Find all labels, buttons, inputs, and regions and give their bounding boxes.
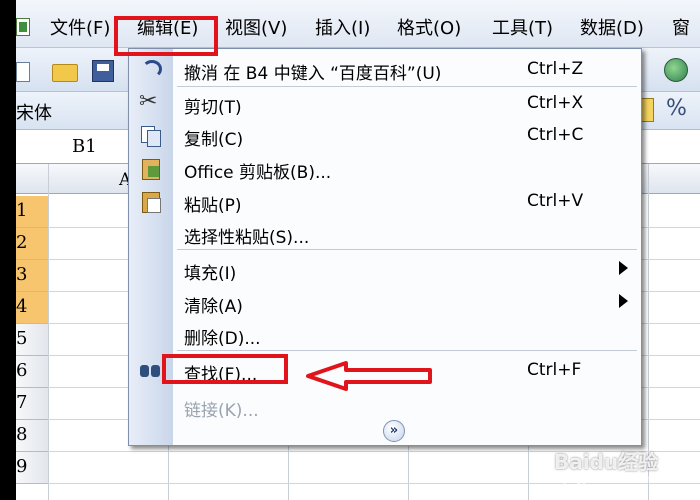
menu-item-clear[interactable]: 清除(A) (184, 292, 243, 317)
save-icon[interactable] (92, 60, 114, 82)
office-clipboard-icon (139, 157, 161, 180)
row-header-5[interactable]: 5 (16, 324, 48, 356)
menu-item-links: 链接(K)... (184, 401, 259, 421)
highlight-box-find (162, 354, 288, 384)
menu-item-office-clipboard[interactable]: Office 剪贴板(B)... (184, 158, 331, 183)
row-header-3[interactable]: 3 (16, 260, 48, 292)
menu-item-fill[interactable]: 填充(I) (184, 259, 236, 284)
submenu-arrow-icon (619, 294, 628, 308)
scissors-icon: ✂ (139, 89, 158, 114)
cell-reference: B1 (72, 136, 97, 157)
menu-item-cut[interactable]: 剪切(T) (184, 93, 242, 118)
undo-icon (139, 57, 162, 79)
copy-icon (139, 124, 161, 147)
shortcut-paste: Ctrl+V (527, 191, 584, 211)
menu-separator (177, 86, 637, 87)
row-header-2[interactable]: 2 (16, 228, 48, 260)
expand-menu-chevron-icon[interactable]: » (383, 420, 405, 442)
baidu-watermark-url: jingyan.baidu.com (564, 474, 657, 485)
menu-format[interactable]: 格式(O) (397, 14, 461, 40)
highlight-box-edit-menu (114, 16, 218, 56)
menu-item-delete[interactable]: 删除(D)... (184, 324, 261, 349)
row-header-4[interactable]: 4 (16, 292, 48, 324)
row-header-8[interactable]: 8 (16, 420, 48, 452)
open-folder-icon[interactable] (52, 64, 78, 82)
menu-item-paste-special[interactable]: 选择性粘贴(S)... (184, 223, 309, 248)
row-header-6[interactable]: 6 (16, 356, 48, 388)
row-header-1[interactable]: 1 (16, 196, 48, 228)
menu-view[interactable]: 视图(V) (225, 14, 287, 40)
menu-window[interactable]: 窗 (672, 14, 690, 40)
row-header-9[interactable]: 9 (16, 452, 48, 484)
row-header-7[interactable]: 7 (16, 388, 48, 420)
shortcut-find: Ctrl+F (527, 360, 582, 380)
menu-data[interactable]: 数据(D) (580, 14, 644, 40)
menu-tools[interactable]: 工具(T) (492, 14, 553, 40)
menu-file[interactable]: 文件(F) (50, 14, 110, 40)
grid-column-line (48, 164, 49, 500)
binoculars-icon (139, 359, 161, 381)
baidu-watermark: Baidu经验 (554, 450, 659, 474)
percent-style-icon[interactable]: % (666, 96, 687, 121)
excel-window: 文件(F) 编辑(E) 视图(V) 插入(I) 格式(O) 工具(T) 数据(D… (16, 0, 700, 500)
document-icon[interactable] (16, 18, 30, 36)
submenu-arrow-icon (619, 261, 628, 275)
menu-separator (177, 249, 637, 250)
menu-item-copy[interactable]: 复制(C) (184, 125, 243, 150)
menu-item-undo[interactable]: 撤消 在 B4 中键入 “百度百科”(U) (184, 59, 441, 84)
paste-icon (139, 190, 161, 213)
new-document-icon[interactable] (16, 62, 30, 82)
menu-item-paste[interactable]: 粘贴(P) (184, 191, 242, 216)
shortcut-undo: Ctrl+Z (527, 59, 584, 79)
menu-separator (177, 350, 637, 351)
red-arrow-icon (306, 361, 432, 391)
shortcut-copy: Ctrl+C (527, 125, 584, 145)
font-name-box[interactable]: 宋体 (16, 99, 52, 125)
hyperlink-icon[interactable] (664, 58, 688, 82)
shortcut-cut: Ctrl+X (527, 93, 584, 113)
menu-insert[interactable]: 插入(I) (315, 14, 370, 40)
